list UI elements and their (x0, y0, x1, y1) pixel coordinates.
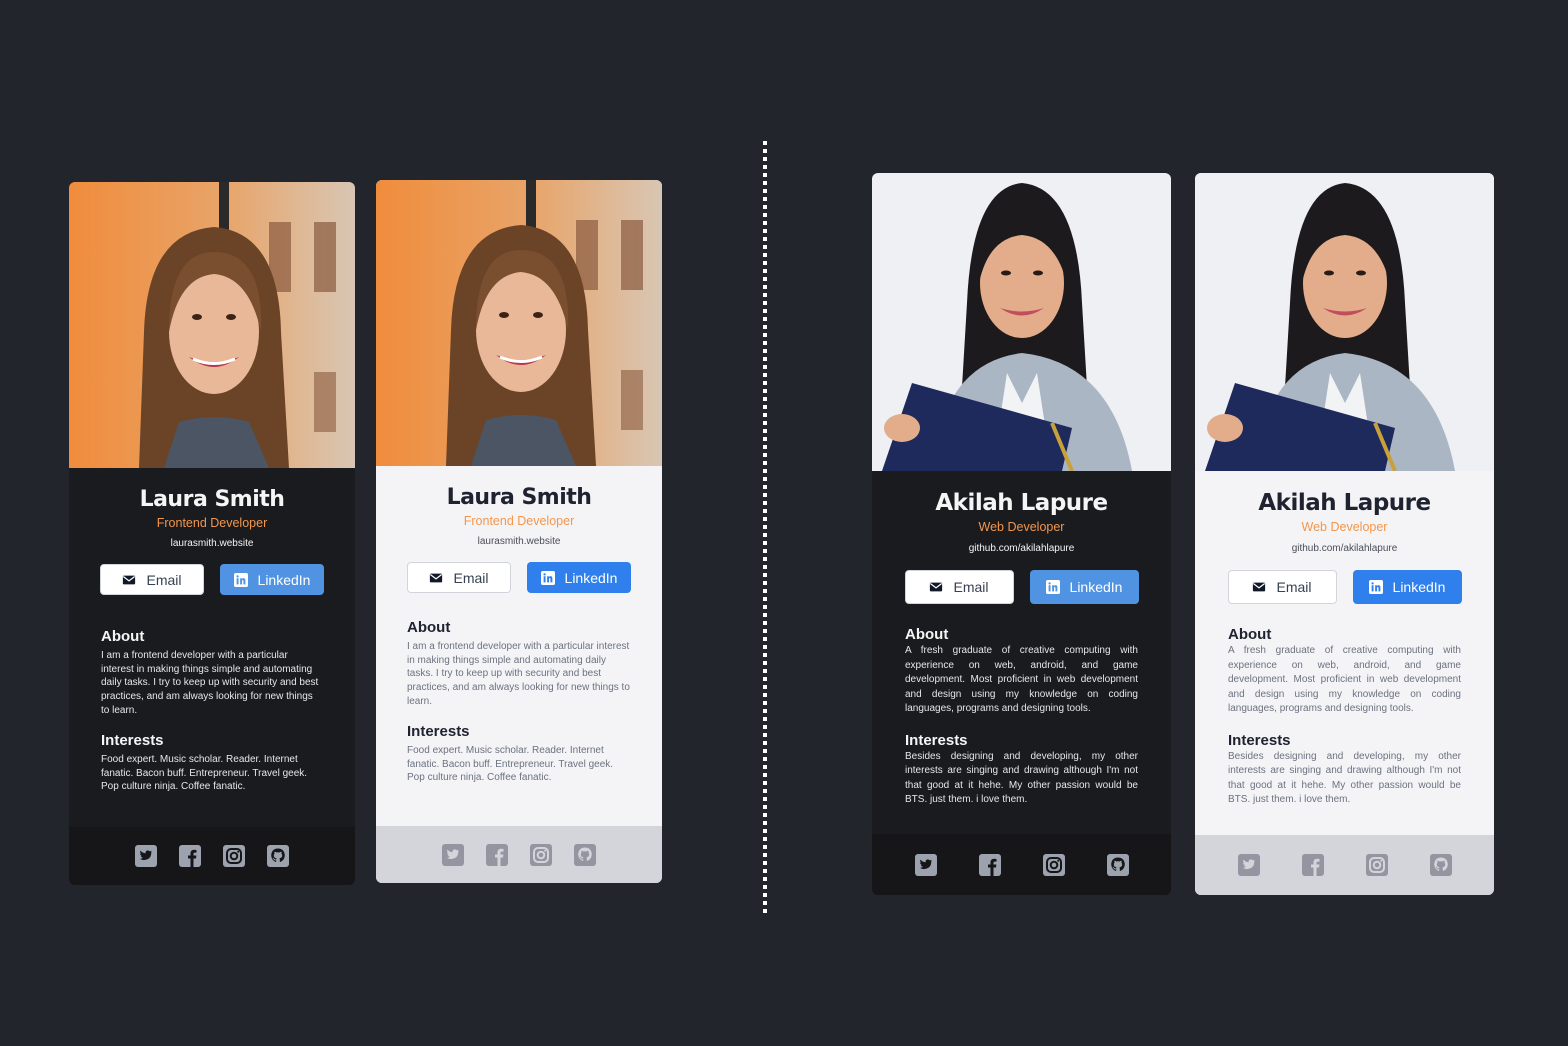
profile-card-laura-light: Laura Smith Frontend Developer laurasmit… (376, 180, 662, 883)
facebook-icon[interactable] (1301, 854, 1324, 876)
envelope-icon (1253, 582, 1266, 592)
facebook-icon[interactable] (486, 843, 508, 866)
email-button[interactable]: Email (407, 562, 511, 594)
interests-heading: Interests (1228, 731, 1291, 749)
social-footer (872, 834, 1171, 895)
instagram-icon[interactable] (223, 845, 245, 867)
profile-website[interactable]: github.com/akilahlapure (969, 543, 1075, 554)
facebook-icon[interactable] (978, 853, 1001, 876)
linkedin-icon (1368, 580, 1383, 595)
linkedin-button-label: LinkedIn (1069, 579, 1123, 596)
interests-text: Besides designing and developing, my oth… (1228, 750, 1461, 806)
profile-name: Laura Smith (446, 485, 592, 510)
linkedin-button[interactable]: LinkedIn (1029, 570, 1139, 605)
about-heading: About (905, 626, 949, 644)
linkedin-icon (540, 570, 555, 585)
twitter-icon[interactable] (1237, 854, 1260, 876)
social-footer (69, 827, 355, 885)
profile-card-akilah-light: Akilah Lapure Web Developer github.com/a… (1195, 173, 1494, 895)
social-footer (1195, 835, 1494, 895)
interests-heading: Interests (101, 732, 164, 750)
about-heading: About (407, 619, 451, 637)
profile-role: Web Developer (1301, 520, 1388, 535)
profile-website[interactable]: laurasmith.website (478, 536, 561, 547)
profile-role: Frontend Developer (156, 516, 268, 531)
profile-photo (1195, 173, 1494, 471)
email-button-label: Email (146, 571, 182, 588)
profile-card-laura-dark: Laura Smith Frontend Developer laurasmit… (69, 182, 355, 885)
email-button-label: Email (953, 579, 989, 596)
email-button-label: Email (1276, 579, 1312, 596)
email-button[interactable]: Email (904, 570, 1014, 605)
profile-photo (376, 180, 662, 466)
profile-website[interactable]: laurasmith.website (171, 538, 254, 549)
profile-photo (69, 182, 355, 468)
profile-role: Web Developer (978, 520, 1065, 535)
profile-role: Frontend Developer (463, 514, 575, 529)
about-text: A fresh graduate of creative computing w… (905, 645, 1138, 715)
interests-heading: Interests (407, 723, 470, 741)
dotted-divider (763, 141, 767, 915)
instagram-icon[interactable] (1365, 854, 1388, 876)
linkedin-button[interactable]: LinkedIn (1352, 570, 1462, 605)
instagram-icon[interactable] (530, 843, 552, 866)
profile-name: Akilah Lapure (1258, 490, 1431, 516)
social-footer (376, 826, 662, 883)
about-text: A fresh graduate of creative computing w… (1228, 645, 1461, 715)
twitter-icon[interactable] (442, 843, 464, 866)
about-heading: About (101, 628, 145, 646)
email-button[interactable]: Email (1227, 570, 1337, 605)
linkedin-button-label: LinkedIn (1392, 579, 1446, 596)
linkedin-button[interactable]: LinkedIn (527, 562, 631, 594)
linkedin-button-label: LinkedIn (257, 571, 311, 588)
about-heading: About (1228, 626, 1272, 644)
email-button-label: Email (453, 569, 489, 586)
interests-text: Food expert. Music scholar. Reader. Inte… (407, 745, 614, 784)
profile-website[interactable]: github.com/akilahlapure (1292, 543, 1398, 554)
github-icon[interactable] (1106, 853, 1129, 876)
github-icon[interactable] (267, 845, 289, 867)
twitter-icon[interactable] (135, 845, 157, 867)
interests-heading: Interests (905, 731, 968, 749)
twitter-icon[interactable] (914, 853, 937, 876)
profile-card-akilah-dark: Akilah Lapure Web Developer github.com/a… (872, 173, 1171, 895)
linkedin-icon (233, 572, 248, 587)
about-text: I am a frontend developer with a particu… (407, 641, 630, 707)
envelope-icon (123, 575, 136, 585)
about-text: I am a frontend developer with a particu… (101, 650, 319, 716)
profile-name: Akilah Lapure (935, 490, 1108, 516)
interests-text: Food expert. Music scholar. Reader. Inte… (101, 754, 308, 793)
profile-name: Laura Smith (139, 487, 285, 512)
instagram-icon[interactable] (1042, 853, 1065, 876)
envelope-icon (930, 582, 943, 592)
linkedin-icon (1045, 580, 1060, 595)
github-icon[interactable] (1429, 854, 1452, 876)
email-button[interactable]: Email (100, 564, 204, 596)
facebook-icon[interactable] (179, 845, 201, 867)
interests-text: Besides designing and developing, my oth… (905, 750, 1138, 806)
profile-photo (872, 173, 1171, 471)
envelope-icon (430, 573, 443, 583)
github-icon[interactable] (574, 843, 596, 866)
linkedin-button-label: LinkedIn (564, 569, 618, 586)
linkedin-button[interactable]: LinkedIn (220, 564, 324, 596)
